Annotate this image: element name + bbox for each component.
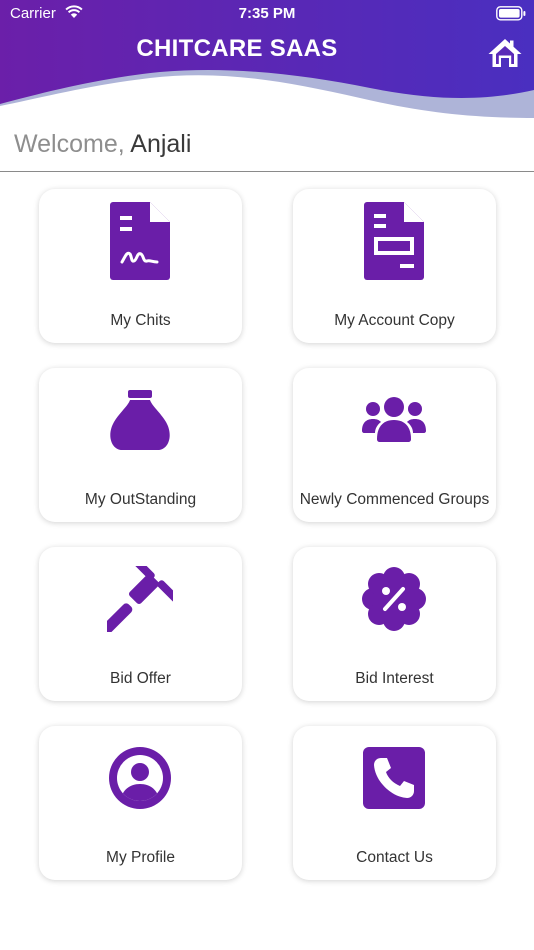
percent-badge-icon [362,567,426,631]
app-title: CHITCARE SAAS [136,35,338,62]
signed-document-icon [110,202,170,280]
welcome-prefix: Welcome, [14,130,125,158]
money-bag-icon [110,390,170,450]
battery-icon [496,6,526,21]
tile-label: Bid Interest [355,670,434,687]
tile-my-account-copy[interactable]: My Account Copy [293,189,496,343]
tile-contact-us[interactable]: Contact Us [293,726,496,880]
user-circle-icon [109,747,171,809]
home-icon [488,39,522,67]
tile-label: My Profile [106,849,175,866]
tile-label: My Chits [110,312,171,329]
gavel-icon [107,566,173,632]
tile-bid-offer[interactable]: Bid Offer [39,547,242,701]
phone-square-icon [363,747,425,809]
tile-bid-interest[interactable]: Bid Interest [293,547,496,701]
divider [0,171,534,172]
tile-newly-commenced-groups[interactable]: Newly Commenced Groups [293,368,496,522]
tile-label: Newly Commenced Groups [299,491,490,508]
tile-label: Contact Us [356,849,433,866]
user-name: Anjali [130,130,192,158]
status-bar: Carrier 7:35 PM [0,0,534,28]
tile-label: My Account Copy [334,312,455,329]
app-header: Carrier 7:35 PM CHITCARE SAAS [0,0,534,122]
tile-my-chits[interactable]: My Chits [39,189,242,343]
tile-label: My OutStanding [84,491,197,508]
home-button[interactable] [487,37,523,69]
status-time: 7:35 PM [238,5,296,22]
invoice-document-icon [364,202,424,280]
tile-my-profile[interactable]: My Profile [39,726,242,880]
tile-my-outstanding[interactable]: My OutStanding [39,368,242,522]
tile-label: Bid Offer [110,670,171,687]
welcome-greeting: Welcome, Anjali [14,130,191,159]
users-group-icon [362,397,426,442]
